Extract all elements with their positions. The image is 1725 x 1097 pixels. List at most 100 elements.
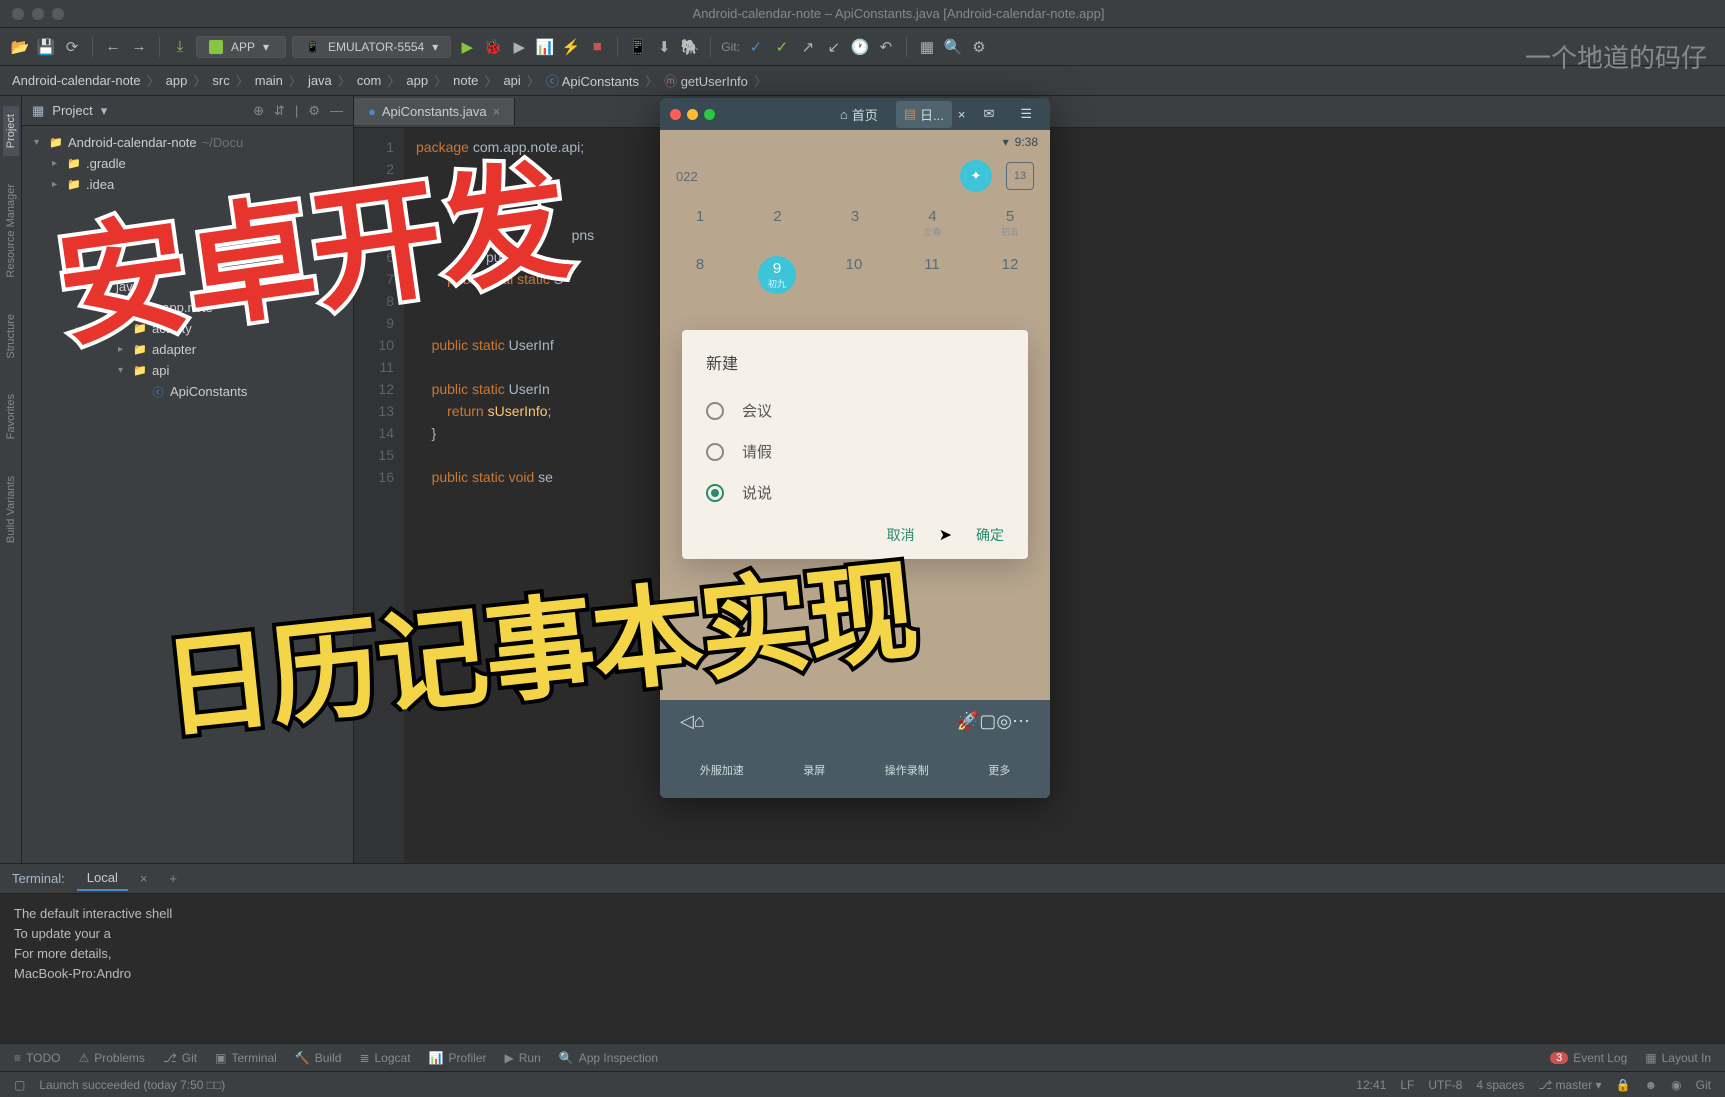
calendar-day[interactable]: 2 [758, 208, 798, 238]
calendar-grid[interactable]: 1234立春5初五89初九101112 [660, 198, 1050, 322]
calendar-day[interactable]: 9初九 [758, 256, 796, 294]
emu-home-tab[interactable]: ⌂ 首页 [832, 101, 886, 128]
calendar-day[interactable]: 3 [835, 208, 875, 238]
close-icon[interactable]: × [140, 871, 148, 886]
github-label[interactable]: Git [1696, 1078, 1711, 1092]
caret-position[interactable]: 12:41 [1356, 1078, 1386, 1092]
side-tab-build-variants[interactable]: Build Variants [3, 468, 19, 551]
sync-icon[interactable]: ⟳ [62, 37, 82, 57]
terminal-body[interactable]: The default interactive shellTo update y… [0, 894, 1725, 994]
breadcrumb-item[interactable]: ⓒ ApiConstants [546, 71, 639, 90]
add-button[interactable]: ✦ [960, 160, 992, 192]
bottom-tab-profiler[interactable]: 📊Profiler [429, 1051, 487, 1065]
sdk-icon[interactable]: ⬇ [654, 37, 674, 57]
target-icon[interactable]: ⊕ [253, 103, 264, 119]
calendar-day[interactable]: 10 [834, 256, 874, 294]
bottom-tab-git[interactable]: ⎇Git [163, 1051, 197, 1065]
maximize-window-icon[interactable] [52, 8, 64, 20]
dialog-option[interactable]: 会议 [706, 390, 1004, 431]
tree-item[interactable]: ⓒApiConstants [22, 381, 353, 402]
emu-tool[interactable]: 更多 [988, 762, 1010, 778]
breadcrumb-item[interactable]: ⓜ getUserInfo [664, 71, 748, 90]
calendar-day[interactable]: 5初五 [990, 208, 1030, 238]
breadcrumb-item[interactable]: app [166, 73, 188, 88]
close-icon[interactable] [670, 109, 681, 120]
calendar-day[interactable]: 1 [680, 208, 720, 238]
git-rollback-icon[interactable]: ↶ [876, 37, 896, 57]
git-commit-icon[interactable]: ✓ [772, 37, 792, 57]
more-icon[interactable]: ⋯ [1012, 711, 1030, 732]
git-update-icon[interactable]: ✓ [746, 37, 766, 57]
add-tab-icon[interactable]: + [169, 871, 177, 886]
breadcrumb-item[interactable]: Android-calendar-note [12, 73, 141, 88]
breadcrumb-item[interactable]: java [308, 73, 332, 88]
maximize-icon[interactable] [704, 109, 715, 120]
forward-icon[interactable]: → [129, 37, 149, 57]
hide-icon[interactable]: — [330, 103, 343, 119]
breadcrumb-item[interactable]: com [357, 73, 382, 88]
breadcrumb-item[interactable]: main [255, 73, 283, 88]
back-icon[interactable]: ← [103, 37, 123, 57]
home-icon[interactable]: ⌂ [694, 711, 705, 732]
side-tab-favorites[interactable]: Favorites [3, 386, 19, 447]
target-icon[interactable]: ◎ [996, 711, 1012, 732]
bottom-tab-terminal[interactable]: ▣Terminal [215, 1051, 277, 1065]
coverage-icon[interactable]: ▶ [509, 37, 529, 57]
code-body[interactable]: package com.app.note.api; pns publ publi… [404, 128, 1725, 863]
minimize-window-icon[interactable] [32, 8, 44, 20]
close-window-icon[interactable] [12, 8, 24, 20]
device-selector[interactable]: 📱 EMULATOR-5554 ▾ [292, 36, 451, 58]
debug-icon[interactable]: 🐞 [483, 37, 503, 57]
bottom-tab-run[interactable]: ▶Run [505, 1051, 541, 1065]
side-tab-resource-manager[interactable]: Resource Manager [3, 176, 19, 286]
today-icon[interactable]: 13 [1006, 162, 1034, 190]
dialog-option[interactable]: 请假 [706, 431, 1004, 472]
git-history-icon[interactable]: 🕐 [850, 37, 870, 57]
breadcrumb-item[interactable]: app [406, 73, 428, 88]
line-separator[interactable]: LF [1400, 1078, 1414, 1092]
close-icon[interactable]: × [493, 104, 501, 119]
breadcrumb-item[interactable]: note [453, 73, 478, 88]
layout-inspector[interactable]: ▦Layout In [1645, 1051, 1711, 1065]
emu-calendar-tab[interactable]: ▤ 日... [896, 101, 952, 128]
minimize-icon[interactable] [687, 109, 698, 120]
calendar-day[interactable]: 8 [680, 256, 720, 294]
avd-icon[interactable]: 📱 [628, 37, 648, 57]
stop-icon[interactable]: ■ [587, 37, 607, 57]
collapse-icon[interactable]: ⇵ [274, 103, 285, 119]
calendar-day[interactable]: 4立春 [913, 208, 953, 238]
editor-tab[interactable]: ● ApiConstants.java × [354, 98, 515, 125]
bottom-tab-problems[interactable]: ⚠Problems [78, 1051, 144, 1065]
search-icon[interactable]: 🔍 [943, 37, 963, 57]
git-pull-icon[interactable]: ↙ [824, 37, 844, 57]
lock-icon[interactable]: 🔒 [1616, 1078, 1631, 1092]
confirm-button[interactable]: 确定 [976, 525, 1004, 545]
open-icon[interactable]: 📂 [10, 37, 30, 57]
bottom-tab-todo[interactable]: ≡TODO [14, 1051, 60, 1065]
emu-tool[interactable]: 操作录制 [885, 762, 929, 778]
settings-icon[interactable]: ⚙ [969, 37, 989, 57]
breadcrumb-item[interactable]: src [212, 73, 229, 88]
chevron-down-icon[interactable]: ▾ [101, 103, 108, 119]
record-icon[interactable]: ▢ [979, 711, 996, 732]
emu-tool[interactable]: 录屏 [803, 762, 825, 778]
run-config-selector[interactable]: APP ▾ [196, 36, 286, 58]
git-branch[interactable]: ⎇ master ▾ [1538, 1078, 1601, 1092]
mail-icon[interactable]: ✉ [975, 102, 1002, 126]
calendar-day[interactable]: 11 [912, 256, 952, 294]
bottom-tab-build[interactable]: 🔨Build [295, 1051, 342, 1065]
file-encoding[interactable]: UTF-8 [1428, 1078, 1462, 1092]
attach-icon[interactable]: ⚡ [561, 37, 581, 57]
terminal-tab[interactable]: Local [77, 866, 128, 891]
git-push-icon[interactable]: ↗ [798, 37, 818, 57]
indent-setting[interactable]: 4 spaces [1476, 1078, 1524, 1092]
save-icon[interactable]: 💾 [36, 37, 56, 57]
emu-tool[interactable]: 外服加速 [700, 762, 744, 778]
close-tab-icon[interactable]: × [958, 107, 966, 122]
memory-icon[interactable]: ◉ [1671, 1078, 1681, 1092]
calendar-day[interactable]: 12 [990, 256, 1030, 294]
bottom-tab-app-inspection[interactable]: 🔍App Inspection [559, 1051, 658, 1065]
event-log[interactable]: 3Event Log [1550, 1051, 1627, 1065]
face-icon[interactable]: ☻ [1645, 1078, 1658, 1092]
dialog-option[interactable]: 说说 [706, 472, 1004, 513]
